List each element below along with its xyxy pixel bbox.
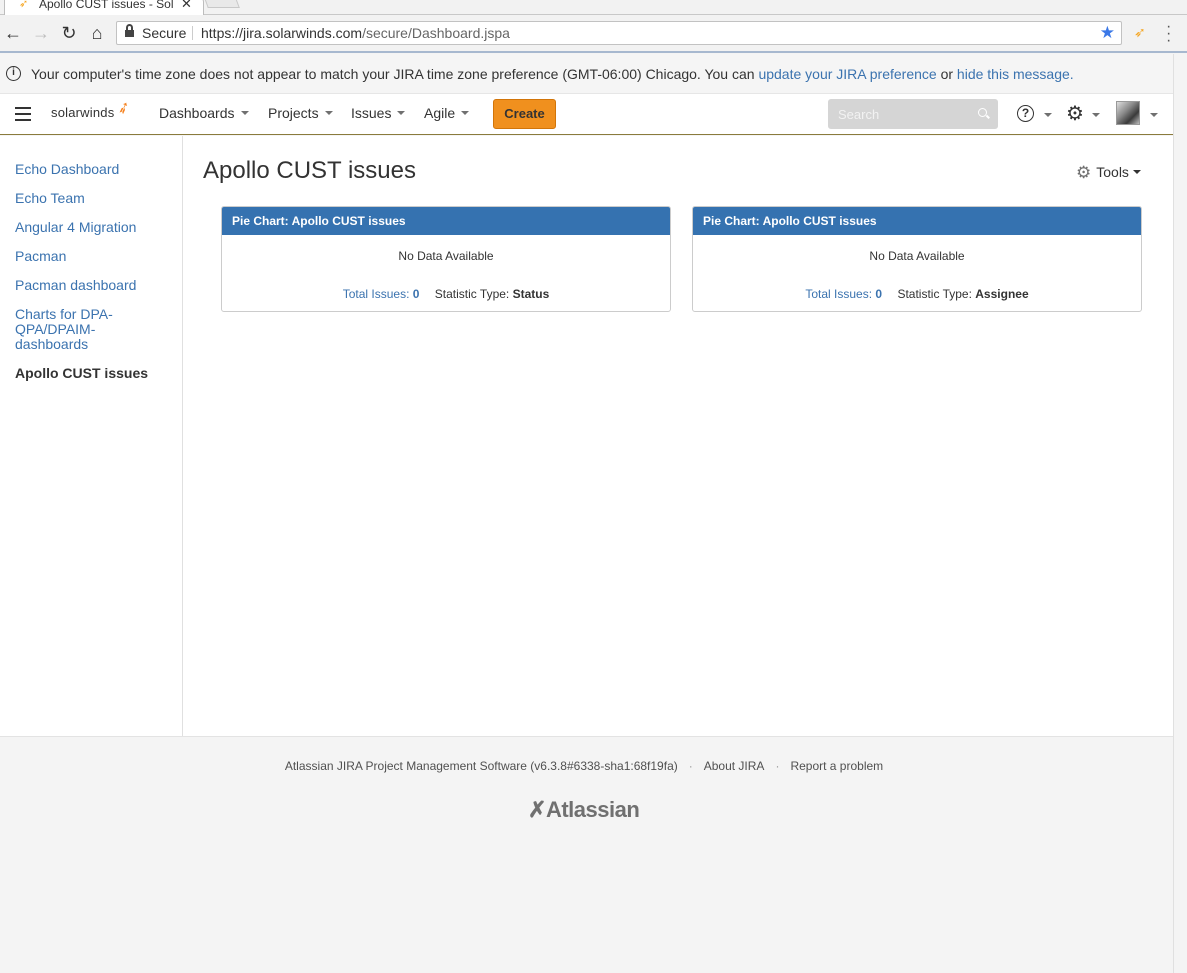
browser-toolbar: ← → ↻ ⌂ Secure https://jira.solarwinds.c… [0,15,1187,53]
footer-links: Atlassian JIRA Project Management Softwa… [0,759,1168,773]
solarwinds-flame-icon: ➶ [114,98,134,119]
nav-projects-label: Projects [268,105,319,121]
statistic-type-label: Statistic Type: [897,287,972,301]
url-base: https://jira.solarwinds.com [201,25,363,41]
sidebar-item-angular-4-migration[interactable]: Angular 4 Migration [15,220,165,235]
url-separator [192,26,193,40]
nav-dashboards-label: Dashboards [159,105,235,121]
secure-label: Secure [142,25,187,41]
close-tab-icon[interactable]: ✕ [181,0,192,11]
app-switcher-menu-icon[interactable] [15,107,31,121]
help-icon[interactable]: ? [1017,105,1034,122]
dashboard-content: Echo Dashboard Echo Team Angular 4 Migra… [0,136,1173,736]
about-jira-link[interactable]: About JIRA [704,759,765,773]
chevron-down-icon [240,111,249,116]
atlassian-mark-icon: ✗ [528,797,546,822]
nav-projects[interactable]: Projects [268,105,333,121]
timezone-message-text: Your computer's time zone does not appea… [31,54,1074,94]
gadget-stats: Total Issues: 0 Statistic Type: Assignee [693,287,1141,301]
url-path: /secure/Dashboard.jspa [362,25,510,41]
bookmark-star-icon[interactable]: ★ [1100,22,1115,44]
total-issues-label[interactable]: Total Issues: [805,287,872,301]
browser-menu-icon[interactable]: · · · [1166,19,1171,49]
dashboard-sidebar: Echo Dashboard Echo Team Angular 4 Migra… [0,136,183,736]
nav-dashboards[interactable]: Dashboards [159,105,249,121]
no-data-message: No Data Available [869,249,965,263]
chevron-down-icon [1132,170,1141,175]
user-chevron-down-icon[interactable] [1150,113,1158,117]
solarwinds-extension-icon[interactable]: ➶ [1134,24,1146,41]
admin-gear-icon[interactable]: ⚙ [1066,101,1084,126]
statistic-type-label: Statistic Type: [434,287,510,301]
total-issues-value[interactable]: 0 [413,287,420,301]
back-arrow-icon[interactable]: ← [2,22,24,44]
atlassian-logo[interactable]: ✗Atlassian [528,797,640,823]
pie-chart-gadget-assignee: Pie Chart: Apollo CUST issues No Data Av… [692,206,1142,312]
gear-icon: ⚙ [1076,163,1092,182]
home-icon[interactable]: ⌂ [86,22,108,44]
admin-chevron-down-icon[interactable] [1092,113,1100,117]
or-text: or [936,66,957,82]
info-icon: i [6,66,21,81]
sidebar-item-charts-for-dpa[interactable]: Charts for DPA-QPA/DPAIM-dashboards [15,307,125,352]
quick-search [828,99,998,129]
gadget-title[interactable]: Pie Chart: Apollo CUST issues [222,207,670,235]
forward-arrow-icon[interactable]: → [30,22,52,44]
tools-menu[interactable]: ⚙ Tools [1076,163,1141,183]
sidebar-item-echo-team[interactable]: Echo Team [15,191,165,206]
nav-agile[interactable]: Agile [424,105,470,121]
timezone-message: i Your computer's time zone does not app… [0,54,1173,94]
total-issues-value[interactable]: 0 [875,287,882,301]
nav-issues[interactable]: Issues [351,105,406,121]
sidebar-item-apollo-cust-issues[interactable]: Apollo CUST issues [15,366,165,381]
atlassian-logo-text: Atlassian [545,797,640,822]
create-button[interactable]: Create [493,99,556,129]
statistic-type-value: Assignee [975,287,1029,301]
solarwinds-favicon-icon: ➶ [19,0,29,10]
footer-separator: · [688,759,693,773]
sidebar-item-pacman-dashboard[interactable]: Pacman dashboard [15,278,165,293]
url-text: https://jira.solarwinds.com/secure/Dashb… [201,22,510,44]
statistic-type-value: Status [512,287,550,301]
chevron-down-icon [461,111,470,116]
report-problem-link[interactable]: Report a problem [790,759,883,773]
update-preference-link[interactable]: update your JIRA preference [758,66,936,82]
address-bar[interactable]: Secure https://jira.solarwinds.com/secur… [116,21,1122,45]
reload-icon[interactable]: ↻ [58,22,80,44]
page-title: Apollo CUST issues [203,157,416,184]
hide-message-link[interactable]: hide this message. [957,66,1074,82]
page-loading-line [0,51,1187,53]
lock-icon [125,24,134,37]
chevron-down-icon [397,111,406,116]
gadget-stats: Total Issues: 0 Statistic Type: Status [222,287,670,301]
footer-separator: · [775,759,780,773]
sidebar-item-echo-dashboard[interactable]: Echo Dashboard [15,162,165,177]
no-data-message: No Data Available [398,249,494,263]
total-issues-label[interactable]: Total Issues: [343,287,410,301]
page-footer: Atlassian JIRA Project Management Softwa… [0,736,1173,973]
browser-tab[interactable]: ➶ Apollo CUST issues - Sol ✕ [4,0,204,15]
chevron-down-icon [324,111,333,116]
software-version-link[interactable]: Atlassian JIRA Project Management Softwa… [285,759,678,773]
browser-tabstrip: ➶ Apollo CUST issues - Sol ✕ [0,0,1187,15]
search-icon[interactable] [978,108,987,117]
nav-issues-label: Issues [351,105,392,121]
user-avatar[interactable] [1116,101,1140,125]
nav-agile-label: Agile [424,105,456,121]
timezone-text: Your computer's time zone does not appea… [31,66,759,82]
pie-chart-gadget-status: Pie Chart: Apollo CUST issues No Data Av… [221,206,671,312]
browser-tab-title: Apollo CUST issues - Sol [39,0,174,11]
solarwinds-logo[interactable]: solarwinds [51,105,114,120]
tools-label: Tools [1096,164,1129,180]
new-tab-button[interactable] [204,0,240,8]
jira-header: solarwinds ➶ Dashboards Projects Issues … [0,94,1173,135]
sidebar-item-pacman[interactable]: Pacman [15,249,165,264]
search-input[interactable] [828,99,968,129]
help-chevron-down-icon[interactable] [1044,113,1052,117]
page-scrollbar[interactable] [1173,54,1187,973]
gadget-title[interactable]: Pie Chart: Apollo CUST issues [693,207,1141,235]
